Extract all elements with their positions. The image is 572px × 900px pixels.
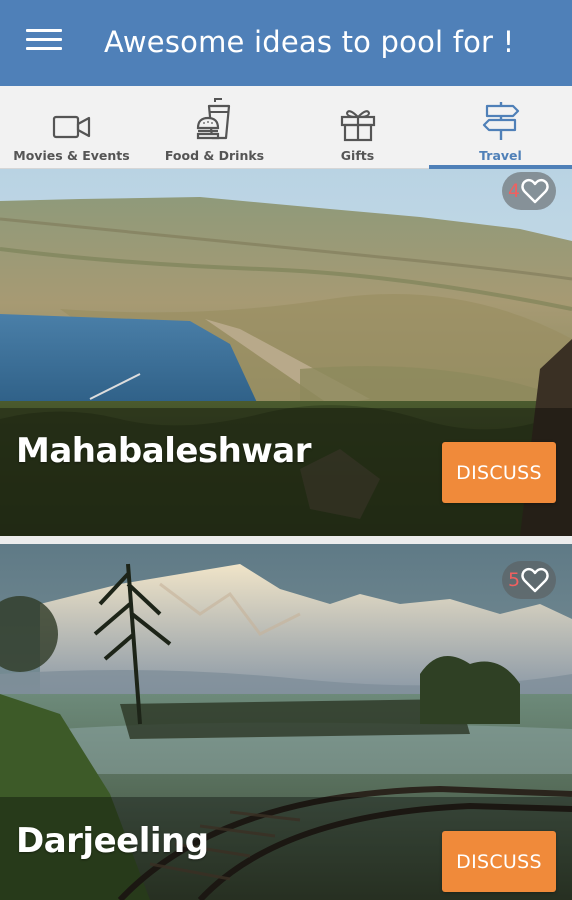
burger-drink-icon bbox=[193, 98, 237, 142]
tab-travel[interactable]: Travel bbox=[429, 86, 572, 169]
gift-box-icon bbox=[336, 98, 380, 142]
tab-label: Gifts bbox=[340, 148, 375, 163]
tab-label: Food & Drinks bbox=[164, 148, 265, 163]
heart-outline-icon bbox=[521, 567, 549, 593]
video-camera-icon bbox=[50, 98, 94, 142]
like-button[interactable]: 4 bbox=[502, 172, 556, 210]
place-name: Darjeeling bbox=[16, 821, 209, 861]
like-count: 5 bbox=[508, 569, 521, 591]
app-bar: Awesome ideas to pool for ! bbox=[0, 0, 572, 86]
like-button[interactable]: 5 bbox=[502, 561, 556, 599]
place-name: Mahabaleshwar bbox=[16, 431, 311, 471]
category-tabs: Movies & Events Food & Drinks Gifts Trav… bbox=[0, 86, 572, 169]
tab-label: Movies & Events bbox=[13, 148, 130, 163]
signpost-icon bbox=[479, 98, 523, 142]
place-card[interactable]: 4 Mahabaleshwar DISCUSS bbox=[0, 169, 572, 536]
discuss-button[interactable]: DISCUSS bbox=[442, 831, 556, 892]
tab-movies-events[interactable]: Movies & Events bbox=[0, 86, 143, 168]
place-card[interactable]: 5 Darjeeling DISCUSS bbox=[0, 544, 572, 900]
like-count: 4 bbox=[508, 180, 521, 202]
tab-food-drinks[interactable]: Food & Drinks bbox=[143, 86, 286, 168]
hamburger-menu-icon[interactable] bbox=[26, 29, 62, 57]
heart-outline-icon bbox=[521, 178, 549, 204]
tab-label: Travel bbox=[479, 148, 522, 163]
tab-gifts[interactable]: Gifts bbox=[286, 86, 429, 168]
card-divider bbox=[0, 536, 572, 544]
discuss-button[interactable]: DISCUSS bbox=[442, 442, 556, 503]
app-title: Awesome ideas to pool for ! bbox=[104, 25, 515, 59]
